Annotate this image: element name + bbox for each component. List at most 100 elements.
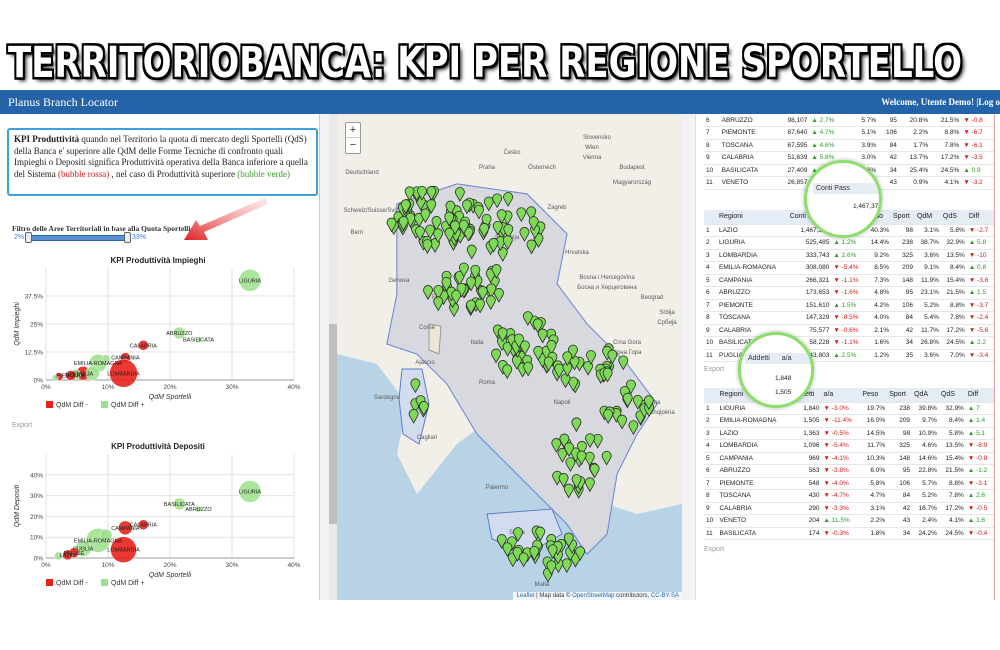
table-cell: 5.2% bbox=[912, 489, 939, 503]
legend-swatch[interactable] bbox=[46, 579, 53, 586]
legend-swatch[interactable] bbox=[101, 401, 108, 408]
table-cell: 1.6% bbox=[865, 336, 892, 350]
map-canvas[interactable]: Praha Česko Deutschland Österreich Slovensko… bbox=[337, 114, 682, 600]
legend-swatch[interactable] bbox=[46, 401, 53, 408]
table-cell: EMILIA-ROMAGNA bbox=[716, 261, 788, 275]
export-link-addetti[interactable]: Export bbox=[704, 546, 724, 553]
y-tick-label: 10% bbox=[30, 535, 43, 542]
left-scrollbar-thumb[interactable] bbox=[329, 324, 337, 524]
legend-swatch[interactable] bbox=[101, 579, 108, 586]
table-row[interactable]: 7 PIEMONTE 151,610 ▲ 1.5% 4.2% 106 5.2% 8.8% ▼ -… bbox=[704, 299, 994, 312]
table-row[interactable]: 9 CALABRIA 290 ▼ -3.3% 3.1% 42 16.7% 17.2% ▼ -0.… bbox=[704, 502, 994, 515]
bubble-label: EMILIA-ROMAGNA bbox=[74, 361, 123, 367]
user-welcome[interactable]: Welcome, Utente Demo! |Log o bbox=[881, 97, 1000, 107]
bubble-label: BASILICATA bbox=[183, 338, 214, 344]
table-row[interactable]: 8 TOSCANA 147,329 ▼ -8.5% 4.0% 84 5.4% 7.8% ▼ -2… bbox=[704, 311, 994, 325]
table-row[interactable]: 4 LOMBARDIA 1,096 ▼ -5.4% 11.7% 325 4.6% 13.5% ▼… bbox=[704, 439, 994, 453]
map-view[interactable]: Praha Česko Deutschland Österreich Slovensko… bbox=[337, 114, 682, 600]
table-cell: 21.5% bbox=[930, 114, 962, 127]
table-cell: 3 bbox=[704, 427, 718, 440]
bubble-label: CALABRIA bbox=[130, 343, 158, 349]
table-cell: 3.6% bbox=[914, 249, 941, 262]
table-cell: 16.7% bbox=[912, 502, 939, 515]
map-place-label: Deutschland bbox=[345, 170, 378, 176]
app-brand[interactable]: Planus Branch Locator bbox=[8, 95, 118, 110]
table-row[interactable]: 9 CALABRIA 75,577 ▼ -0.6% 2.1% 42 11.7% 17.2% ▼ … bbox=[704, 324, 994, 337]
column-header[interactable]: Diff bbox=[966, 210, 994, 225]
column-header[interactable]: Regioni bbox=[716, 210, 788, 225]
table-cell: 5 bbox=[704, 452, 718, 465]
table-row[interactable]: 1 LIGURIA 1,840 ▼ -3.0% 19.7% 238 39.8% 32.9% ▲ … bbox=[704, 402, 994, 415]
table-row[interactable]: 5 CAMPANIA 266,321 ▼ -1.1% 7.3% 148 11.9% 15.4%… bbox=[704, 274, 994, 287]
quota-sportelli-slider[interactable] bbox=[28, 235, 128, 241]
table-row[interactable]: 2 LIGURIA 525,485 ▲ 1.2% 14.4% 238 38.7% 32.9% ▲… bbox=[704, 236, 994, 250]
table-cell: 2.2% bbox=[860, 514, 888, 528]
legend-label[interactable]: QdM Diff - bbox=[56, 580, 88, 587]
table-cell: 95 bbox=[878, 114, 899, 127]
legend-label[interactable]: QdM Diff + bbox=[111, 580, 145, 587]
callout-addetti-value2: 1,505 bbox=[775, 389, 792, 396]
column-header[interactable]: Peso bbox=[860, 388, 888, 403]
table-row[interactable]: 4 EMILIA-ROMAGNA 308,080 ▼ -5.4% 8.5% 209 9.1%… bbox=[704, 261, 994, 275]
table-cell: 7 bbox=[704, 126, 720, 140]
map-place-label: Italia bbox=[471, 340, 484, 346]
table-row[interactable]: 8 TOSCANA 430 ▼ -4.7% 4.7% 84 5.2% 7.8% ▲ 2.6 bbox=[704, 489, 994, 503]
map-place-label: Hrvatska bbox=[565, 250, 589, 256]
zoom-out-button[interactable]: − bbox=[346, 138, 360, 153]
export-link-conti[interactable]: Export bbox=[704, 366, 724, 373]
table-cell: 8 bbox=[704, 311, 717, 325]
slider-handle-low[interactable] bbox=[25, 232, 32, 243]
column-header[interactable]: Sport bbox=[887, 388, 913, 403]
osm-link[interactable]: OpenStreetMap bbox=[572, 593, 614, 599]
column-header[interactable]: a/a bbox=[821, 388, 861, 403]
slider-handle-high[interactable] bbox=[124, 232, 131, 243]
cc-link[interactable]: CC-BY-SA bbox=[651, 593, 679, 599]
table-row[interactable]: 5 CAMPANIA 969 ▼ -4.1% 10.3% 148 14.6% 15.4% ▼ -… bbox=[704, 452, 994, 465]
x-tick-label: 20% bbox=[163, 562, 176, 569]
column-header[interactable]: Sport bbox=[891, 210, 915, 225]
table-row[interactable]: 7 PIEMONTE 87,640 ▲ 4.7% 5.1% 106 2.2% 8.8% ▼ -6… bbox=[704, 126, 994, 140]
zoom-in-button[interactable]: + bbox=[346, 123, 360, 138]
export-link-impieghi[interactable]: Export bbox=[12, 422, 32, 429]
table-cell: 87,640 bbox=[776, 126, 810, 140]
column-header[interactable]: QdS bbox=[938, 388, 966, 403]
table-cell: 106 bbox=[887, 477, 913, 490]
table-cell: ▼ -3.7 bbox=[966, 299, 994, 312]
slider-min-label: 2% bbox=[14, 234, 25, 241]
table-row[interactable]: 3 LAZIO 1,363 ▼ -0.5% 14.5% 98 10.9% 5.8% ▲ 5.1 bbox=[704, 427, 994, 440]
table-cell: 525,485 bbox=[787, 236, 832, 250]
table-cell: 148 bbox=[891, 274, 915, 287]
leaflet-link[interactable]: Leaflet bbox=[516, 593, 534, 599]
table-cell: LIGURIA bbox=[716, 236, 788, 250]
table-cell: 5.8% bbox=[940, 224, 967, 237]
bubble-label: ABRUZZO bbox=[166, 331, 193, 337]
left-panel: KPI Produttività quando nel Territorio l… bbox=[0, 114, 320, 600]
table-row[interactable]: 3 LOMBARDIA 333,743 ▲ 2.6% 9.2% 325 3.6% 13.5% ▼… bbox=[704, 249, 994, 262]
column-header[interactable]: QdA bbox=[912, 388, 939, 403]
table-cell: 10.3% bbox=[860, 452, 888, 465]
bubble-label: EMILIA-ROMAGNA bbox=[74, 538, 123, 544]
table-cell: 5.4% bbox=[914, 311, 941, 325]
column-header[interactable]: Diff bbox=[965, 388, 994, 403]
x-tick-label: 30% bbox=[225, 562, 238, 569]
column-header[interactable]: QdS bbox=[940, 210, 967, 225]
table-row[interactable]: 2 EMILIA-ROMAGNA 1,505 ▼ -11.4% 16.0% 209 9.7%… bbox=[704, 414, 994, 428]
y-axis-label: QdM Depositi bbox=[14, 484, 21, 527]
legend-label[interactable]: QdM Diff - bbox=[56, 402, 88, 409]
table-row[interactable]: 10 VENETO 204 ▲ 11.5% 2.2% 43 2.4% 4.1% ▲ 1.6 bbox=[704, 514, 994, 528]
table-row[interactable]: 7 PIEMONTE 548 ▼ -4.0% 5.8% 106 5.7% 8.8% ▼ -3.1 bbox=[704, 477, 994, 490]
table-row[interactable]: 8 TOSCANA 67,595 ▲ 4.6% 3.9% 84 1.7% 7.8% ▼ -6.1 bbox=[704, 139, 994, 152]
table-cell: 5.1% bbox=[852, 126, 879, 140]
legend-label[interactable]: QdM Diff + bbox=[111, 402, 145, 409]
left-scrollbar[interactable] bbox=[329, 114, 337, 600]
table-cell: 10 bbox=[704, 336, 717, 350]
table-cell: TOSCANA bbox=[717, 489, 791, 503]
table-row[interactable]: 6 ABRUZZO 98,107 ▲ 2.7% 5.7% 95 20.8% 21.5% ▼ -0… bbox=[704, 114, 994, 127]
table-row[interactable]: 6 ABRUZZO 563 ▼ -3.8% 6.0% 95 22.8% 21.5% ▲ -1.2 bbox=[704, 464, 994, 478]
table-cell: 98 bbox=[891, 224, 915, 237]
table-row[interactable]: 6 ABRUZZO 173,653 ▼ -1.6% 4.8% 95 23.1% 21.5% ▲ … bbox=[704, 286, 994, 300]
table-cell: 266,321 bbox=[787, 274, 832, 287]
table-row[interactable]: 11 BASILICATA 174 ▼ -0.3% 1.8% 34 24.2% 24.5% ▼ … bbox=[704, 527, 994, 540]
table-cell: 11.9% bbox=[914, 274, 941, 287]
column-header[interactable]: QdM bbox=[914, 210, 941, 225]
